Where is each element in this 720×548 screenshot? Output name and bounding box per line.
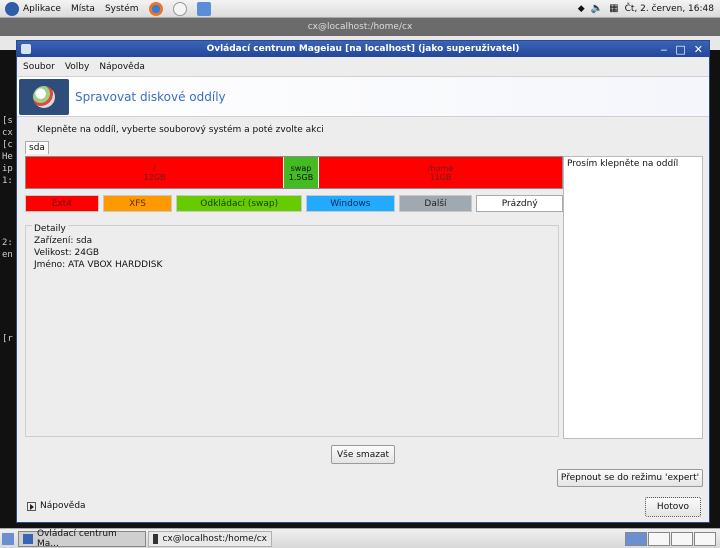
terminal-line: en — [2, 250, 13, 260]
firefox-launcher[interactable] — [144, 0, 168, 18]
menu-file[interactable]: Soubor — [23, 62, 55, 72]
legend-swap[interactable]: Odkládací (swap) — [176, 195, 302, 212]
partition-root[interactable]: / 12GB — [26, 157, 284, 188]
system-label: Systém — [104, 3, 139, 14]
workspace-switcher — [625, 531, 720, 546]
task-label: Ovládací centrum Ma... — [36, 528, 117, 548]
legend-ext4[interactable]: Ext4 — [25, 195, 99, 212]
partition-size: 1.5GB — [288, 172, 314, 182]
partition-map: / 12GB swap 1.5GB /home 11GB — [25, 156, 563, 189]
mail-launcher[interactable] — [168, 0, 192, 18]
disk-tabs: sda — [25, 141, 49, 154]
partition-size: 12GB — [143, 172, 166, 182]
maximize-icon[interactable]: □ — [675, 43, 685, 56]
legend-xfs[interactable]: XFS — [102, 195, 173, 212]
banner: Spravovat diskové oddíly — [17, 77, 709, 117]
done-button[interactable]: Hotovo — [645, 497, 701, 517]
taskbar: Ovládací centrum Ma... cx@localhost:/hom… — [0, 528, 720, 548]
details-panel: Detaily Zařízení: sda Velikost: 24GB Jmé… — [25, 224, 559, 437]
tab-sda[interactable]: sda — [25, 141, 49, 154]
top-panel: Aplikace Místa Systém ◆ 🔈 ▦ Čt, 2. červe… — [0, 0, 720, 18]
keyboard-icon[interactable]: ▦ — [609, 3, 618, 14]
control-center-window: Ovládací centrum Mageiau [na localhost] … — [16, 40, 710, 523]
close-icon[interactable]: ✕ — [694, 43, 703, 56]
clear-all-button[interactable]: Vše smazat — [331, 445, 395, 464]
task-terminal[interactable]: cx@localhost:/home/cx — [148, 530, 272, 547]
task-control-center[interactable]: Ovládací centrum Ma... — [18, 528, 146, 548]
info-panel: Prosím klepněte na oddíl — [563, 156, 703, 439]
mail-icon — [172, 1, 187, 16]
details-title: Detaily — [32, 224, 68, 234]
menu-options[interactable]: Volby — [65, 62, 90, 72]
minimize-icon[interactable]: ‒ — [660, 43, 667, 56]
expert-mode-button[interactable]: Přepnout se do režimu 'expert' — [557, 469, 703, 487]
help-label: Nápověda — [40, 501, 86, 511]
instruction-text: Klepněte na oddíl, vyberte souborový sys… — [37, 125, 324, 135]
window-titlebar[interactable]: Ovládací centrum Mageiau [na localhost] … — [17, 41, 709, 57]
applications-label: Aplikace — [23, 3, 61, 14]
filesystem-legend: Ext4 XFS Odkládací (swap) Windows Další … — [25, 195, 564, 212]
places-menu[interactable]: Místa — [66, 0, 100, 18]
terminal-line: cx — [2, 128, 13, 138]
system-menu[interactable]: Systém — [100, 0, 144, 18]
disk-partition-icon — [19, 79, 69, 115]
screenshot-icon — [196, 1, 211, 16]
legend-empty[interactable]: Prázdný — [476, 195, 564, 212]
terminal-line: 1: — [2, 176, 13, 186]
workspace-1[interactable] — [625, 531, 647, 546]
terminal-line: [r — [2, 334, 13, 344]
screenshot-launcher[interactable] — [192, 0, 216, 18]
legend-other[interactable]: Další — [398, 195, 473, 212]
terminal-title: cx@localhost:/home/cx — [0, 18, 720, 36]
menubar: Soubor Volby Nápověda — [17, 57, 709, 77]
places-label: Místa — [70, 3, 95, 14]
partition-swap[interactable]: swap 1.5GB — [284, 157, 319, 188]
expander-arrow-icon — [27, 501, 36, 511]
menu-help[interactable]: Nápověda — [99, 62, 145, 72]
partition-home[interactable]: /home 11GB — [319, 157, 562, 188]
terminal-line: [s — [2, 116, 13, 126]
partition-size: 11GB — [429, 172, 452, 182]
task-label: cx@localhost:/home/cx — [162, 533, 267, 544]
terminal-line: ip — [2, 164, 13, 174]
help-expander[interactable]: Nápověda — [27, 501, 86, 511]
show-desktop-icon[interactable] — [2, 532, 14, 545]
mageia-logo-icon — [5, 1, 19, 16]
detail-device: Zařízení: sda — [34, 236, 93, 246]
workspace-3[interactable] — [671, 531, 693, 546]
volume-icon[interactable]: 🔈 — [591, 3, 603, 14]
banner-title: Spravovat diskové oddíly — [75, 90, 226, 104]
terminal-icon — [153, 533, 159, 544]
applications-menu[interactable]: Aplikace — [0, 0, 66, 18]
firefox-icon — [148, 1, 163, 16]
workspace-2[interactable] — [648, 531, 670, 546]
terminal-line: [c — [2, 140, 13, 150]
workspace-4[interactable] — [694, 531, 716, 546]
network-icon[interactable]: ◆ — [578, 4, 585, 14]
clock[interactable]: Čt, 2. červen, 16:48 — [625, 4, 714, 14]
terminal-line: 2: — [2, 238, 13, 248]
terminal-line: He — [2, 152, 13, 162]
detail-name: Jméno: ATA VBOX HARDDISK — [34, 260, 163, 270]
control-center-icon — [23, 533, 33, 544]
window-title: Ovládací centrum Mageiau [na localhost] … — [206, 44, 520, 54]
window-menu-icon[interactable] — [21, 44, 31, 54]
legend-windows[interactable]: Windows — [305, 195, 395, 212]
partition-mount: /home — [427, 163, 454, 173]
partition-mount: / — [153, 163, 156, 173]
partition-mount: swap — [290, 163, 312, 173]
detail-size: Velikost: 24GB — [34, 248, 100, 258]
